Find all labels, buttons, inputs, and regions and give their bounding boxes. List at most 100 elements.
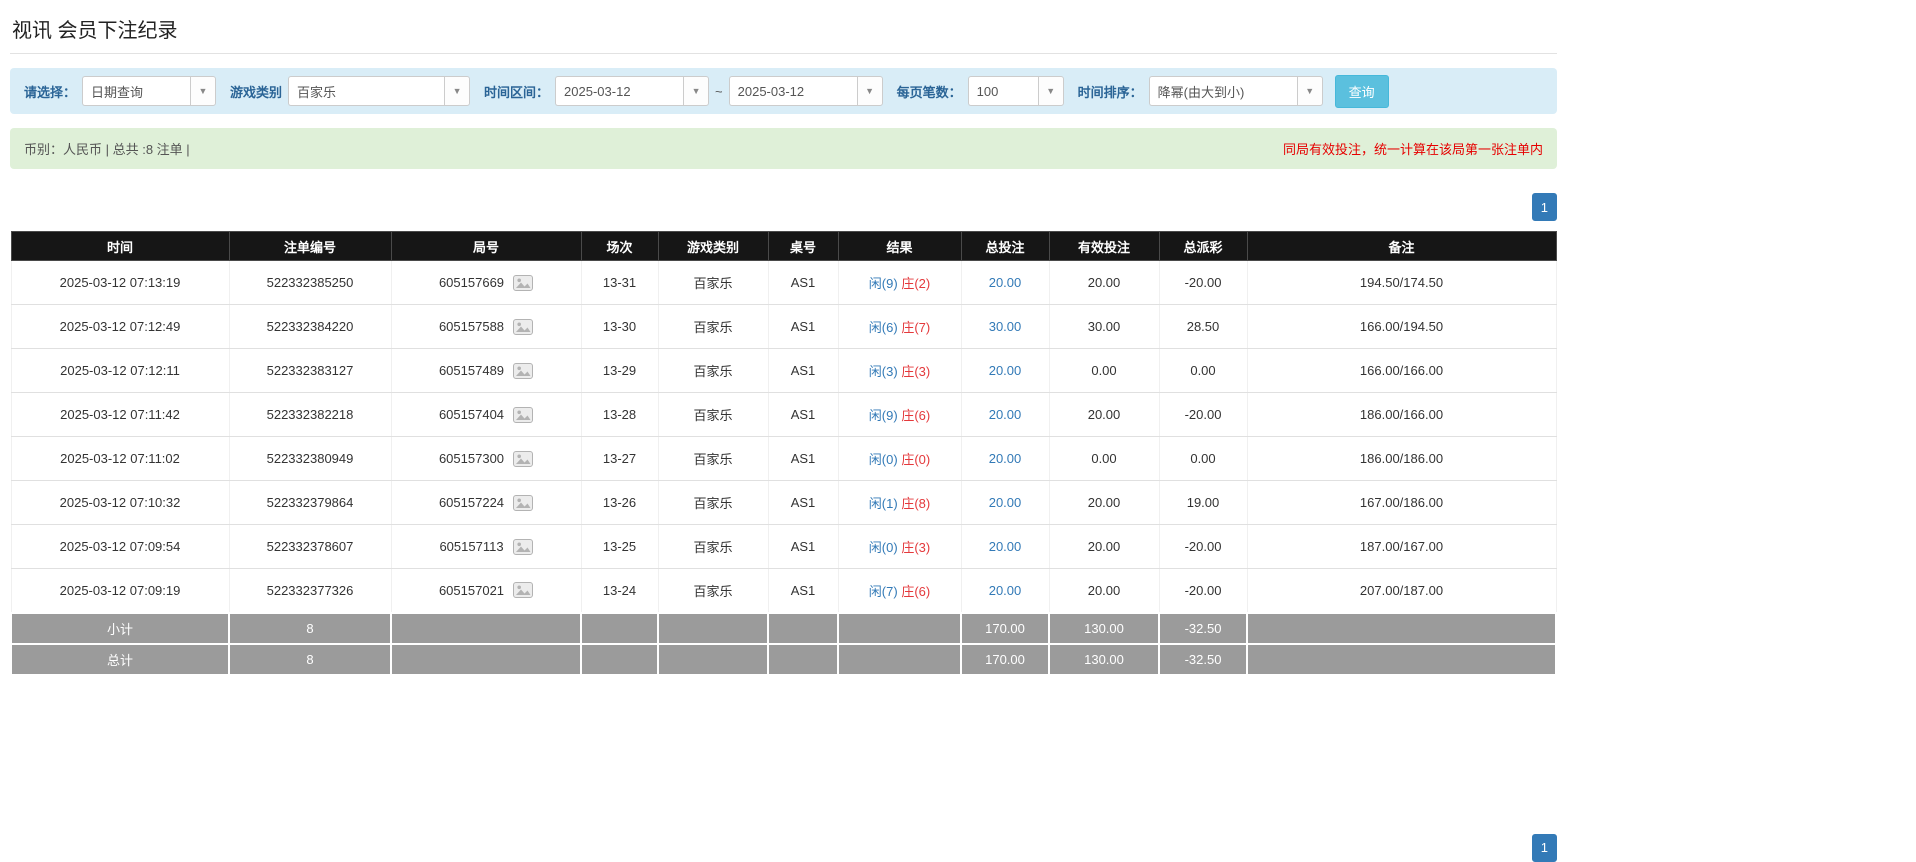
payout-cell: 28.50 bbox=[1159, 304, 1248, 349]
page-1-button[interactable]: 1 bbox=[1531, 833, 1557, 862]
result-cell: 闲(9) 庄(2) bbox=[838, 260, 962, 305]
footer-empty-cell bbox=[767, 611, 839, 645]
game-type-dropdown-button[interactable]: ▼ bbox=[444, 76, 471, 106]
date-to-dropdown-button[interactable]: ▼ bbox=[856, 76, 883, 106]
round-cell: 605157489 bbox=[391, 348, 582, 393]
round-number-group: 605157588 bbox=[438, 318, 534, 335]
order-id-cell: 522332380949 bbox=[229, 436, 392, 481]
result-cell: 闲(3) 庄(3) bbox=[838, 348, 962, 393]
round-number: 605157489 bbox=[438, 363, 505, 378]
table-number-cell: AS1 bbox=[768, 260, 839, 305]
round-number: 605157588 bbox=[438, 319, 505, 334]
page-1-button[interactable]: 1 bbox=[1531, 193, 1557, 221]
order-id-cell: 522332383127 bbox=[229, 348, 392, 393]
chevron-down-icon: ▼ bbox=[452, 85, 462, 96]
result-cell: 闲(7) 庄(6) bbox=[838, 568, 962, 613]
valid-bet-cell: 30.00 bbox=[1049, 304, 1160, 349]
column-header: 结果 bbox=[837, 231, 962, 261]
chevron-down-icon: ▼ bbox=[198, 85, 208, 96]
image-icon[interactable] bbox=[513, 582, 534, 599]
total-bet-link[interactable]: 20.00 bbox=[989, 363, 1022, 378]
payout-cell: -20.00 bbox=[1159, 524, 1248, 569]
game-type-input[interactable] bbox=[288, 76, 445, 106]
footer-note-cell bbox=[1246, 642, 1557, 676]
payout-cell: -20.00 bbox=[1159, 392, 1248, 437]
note-cell: 167.00/186.00 bbox=[1247, 480, 1557, 525]
table-body: 2025-03-12 07:13:19 522332385250 605157669… bbox=[10, 260, 1557, 613]
result-cell: 闲(1) 庄(8) bbox=[838, 480, 962, 525]
payout-cell: 0.00 bbox=[1159, 436, 1248, 481]
note-cell: 166.00/166.00 bbox=[1247, 348, 1557, 393]
note-cell: 186.00/186.00 bbox=[1247, 436, 1557, 481]
date-from-dropdown-button[interactable]: ▼ bbox=[683, 76, 710, 106]
date-to-input[interactable] bbox=[728, 76, 857, 106]
date-from-combobox: ▼ bbox=[555, 76, 710, 106]
bet-records-table: 时间 注单编号 局号 场次 游戏类别 桌号 结果 总投注 有效投注 总派彩 备注 2025-03-1… bbox=[10, 231, 1557, 676]
round-number: 605157669 bbox=[438, 275, 505, 290]
total-bet-link[interactable]: 20.00 bbox=[989, 583, 1022, 598]
player-result: 闲(6) bbox=[868, 320, 898, 335]
time-cell: 2025-03-12 07:12:11 bbox=[10, 348, 230, 393]
image-icon[interactable] bbox=[513, 450, 534, 467]
order-id-cell: 522332379864 bbox=[229, 480, 392, 525]
table-number-cell: AS1 bbox=[768, 436, 839, 481]
search-button[interactable]: 查询 bbox=[1334, 74, 1389, 108]
grand-total-row: 总计 8 170.00 130.00 -32.50 bbox=[10, 642, 1557, 676]
footer-total-bet-cell: 170.00 bbox=[960, 611, 1050, 645]
total-bet-link[interactable]: 20.00 bbox=[989, 451, 1022, 466]
footer-valid-bet-cell: 130.00 bbox=[1048, 642, 1160, 676]
image-icon[interactable] bbox=[513, 362, 534, 379]
round-number-group: 605157021 bbox=[439, 582, 534, 599]
round-cell: 605157113 bbox=[391, 524, 582, 569]
page-size-input[interactable] bbox=[967, 76, 1038, 106]
total-bet-link[interactable]: 30.00 bbox=[989, 319, 1022, 334]
total-bet-cell: 30.00 bbox=[961, 304, 1050, 349]
note-cell: 186.00/166.00 bbox=[1247, 392, 1557, 437]
column-header: 时间 bbox=[10, 231, 230, 261]
image-icon[interactable] bbox=[512, 538, 533, 555]
date-from-input[interactable] bbox=[555, 76, 684, 106]
date-range-separator: ~ bbox=[715, 83, 723, 99]
round-number-group: 605157300 bbox=[439, 450, 534, 467]
result-cell: 闲(6) 庄(7) bbox=[838, 304, 962, 349]
banker-result: 庄(2) bbox=[901, 276, 931, 291]
currency-total-text: 币别：人民币 | 总共 :8 注单 | bbox=[24, 142, 190, 157]
order-id-cell: 522332382218 bbox=[229, 392, 392, 437]
banker-result: 庄(7) bbox=[901, 320, 931, 335]
query-type-input[interactable] bbox=[82, 76, 191, 106]
query-type-dropdown-button[interactable]: ▼ bbox=[190, 76, 217, 106]
note-cell: 187.00/167.00 bbox=[1247, 524, 1557, 569]
time-cell: 2025-03-12 07:13:19 bbox=[10, 260, 230, 305]
date-range-label: 时间区间： bbox=[484, 84, 550, 100]
valid-bet-cell: 0.00 bbox=[1049, 348, 1160, 393]
total-bet-link[interactable]: 20.00 bbox=[989, 275, 1022, 290]
total-bet-link[interactable]: 20.00 bbox=[989, 495, 1022, 510]
time-cell: 2025-03-12 07:09:54 bbox=[10, 524, 230, 569]
player-result: 闲(9) bbox=[868, 408, 898, 423]
footer-empty-cell bbox=[837, 642, 962, 676]
total-bet-link[interactable]: 20.00 bbox=[989, 539, 1022, 554]
page-size-dropdown-button[interactable]: ▼ bbox=[1037, 76, 1064, 106]
image-icon[interactable] bbox=[513, 406, 534, 423]
payout-cell: -20.00 bbox=[1159, 568, 1248, 613]
image-icon[interactable] bbox=[513, 318, 534, 335]
column-header: 总投注 bbox=[960, 231, 1050, 261]
session-cell: 13-28 bbox=[581, 392, 659, 437]
sort-dropdown-button[interactable]: ▼ bbox=[1296, 76, 1323, 106]
valid-bet-cell: 0.00 bbox=[1049, 436, 1160, 481]
footer-empty-cell bbox=[657, 611, 769, 645]
total-bet-link[interactable]: 20.00 bbox=[989, 407, 1022, 422]
page-container: 视讯 会员下注纪录 请选择： ▼ 游戏类别 ▼ 时间区间： ▼ ~ ▼ 每页笔数… bbox=[10, 0, 1557, 862]
banker-result: 庄(3) bbox=[901, 540, 931, 555]
column-header: 有效投注 bbox=[1048, 231, 1160, 261]
sort-input[interactable] bbox=[1148, 76, 1297, 106]
session-cell: 13-25 bbox=[581, 524, 659, 569]
image-icon[interactable] bbox=[513, 274, 534, 291]
order-id-cell: 522332385250 bbox=[229, 260, 392, 305]
image-icon[interactable] bbox=[513, 494, 534, 511]
footer-label-cell: 小计 bbox=[10, 611, 230, 645]
footer-empty-cell bbox=[390, 611, 582, 645]
footer-empty-cell bbox=[390, 642, 582, 676]
date-to-combobox: ▼ bbox=[728, 76, 883, 106]
time-cell: 2025-03-12 07:12:49 bbox=[10, 304, 230, 349]
